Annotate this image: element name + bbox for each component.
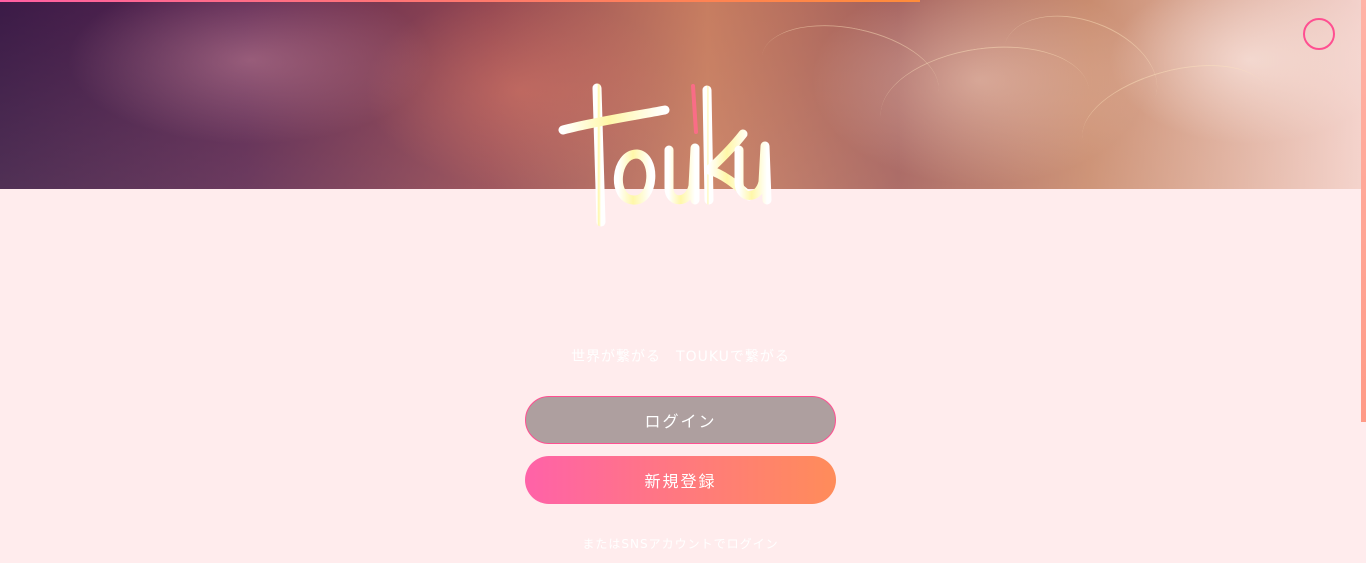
- login-button[interactable]: ログイン: [525, 396, 836, 444]
- tagline: 世界が繋がる TOUKUで繋がる: [571, 349, 790, 365]
- register-button[interactable]: 新規登録: [525, 456, 836, 504]
- register-button-label: 新規登録: [644, 472, 717, 491]
- loading-progress-bar: [0, 0, 920, 2]
- login-button-label: ログイン: [644, 412, 717, 431]
- scrollbar[interactable]: [1361, 0, 1366, 422]
- touku-logo: [558, 83, 772, 227]
- sns-login-link[interactable]: またはSNSアカウントでログイン: [0, 535, 1361, 552]
- page: 世界が繋がる TOUKUで繋がる ログイン 新規登録 またはSNSアカウントでロ…: [0, 0, 1366, 563]
- circle-menu-icon[interactable]: [1303, 18, 1335, 50]
